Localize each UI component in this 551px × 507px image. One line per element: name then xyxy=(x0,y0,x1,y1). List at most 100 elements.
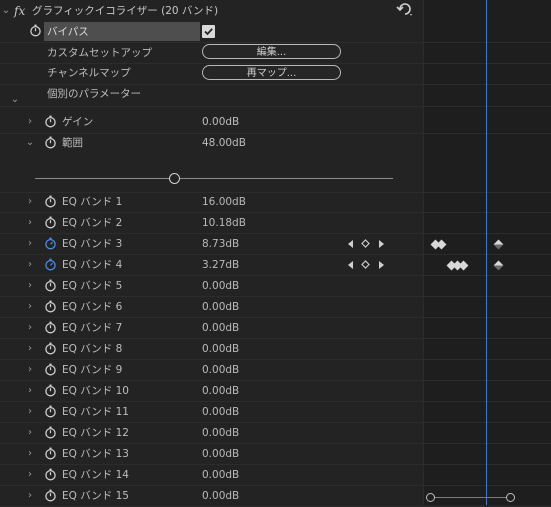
reset-icon[interactable] xyxy=(396,2,414,18)
row-separator xyxy=(0,275,551,276)
band-label: EQ バンド 5 xyxy=(62,280,123,292)
row-separator xyxy=(0,464,551,465)
gain-value[interactable]: 0.00dB xyxy=(202,115,239,129)
playhead-line[interactable] xyxy=(486,0,487,505)
band-expand-chevron-icon[interactable]: › xyxy=(24,427,36,439)
keyframe-navigator[interactable] xyxy=(346,238,386,250)
band-label: EQ バンド 8 xyxy=(62,343,123,355)
channel-map-label: チャンネルマップ xyxy=(47,67,131,79)
band-value[interactable]: 0.00dB xyxy=(202,321,239,335)
row-separator xyxy=(0,296,551,297)
bypass-stopwatch-icon[interactable] xyxy=(29,24,42,37)
range-slider-track[interactable] xyxy=(35,178,393,179)
band-expand-chevron-icon[interactable]: › xyxy=(24,259,36,271)
band-stopwatch-icon[interactable] xyxy=(44,195,57,208)
band-label: EQ バンド 1 xyxy=(62,196,123,208)
add-keyframe-icon[interactable] xyxy=(361,239,370,248)
band-stopwatch-icon[interactable] xyxy=(44,363,57,376)
band-label: EQ バンド 10 xyxy=(62,385,129,397)
zoom-handle-right[interactable] xyxy=(506,493,515,502)
band-value[interactable]: 0.00dB xyxy=(202,489,239,503)
band-expand-chevron-icon[interactable]: › xyxy=(24,385,36,397)
band-expand-chevron-icon[interactable]: › xyxy=(24,490,36,502)
bypass-label: バイパス xyxy=(47,26,89,38)
row-separator xyxy=(0,443,551,444)
collapse-effect-icon[interactable]: ⌄ xyxy=(0,5,12,17)
band-stopwatch-icon[interactable] xyxy=(44,300,57,313)
band-expand-chevron-icon[interactable]: › xyxy=(24,364,36,376)
band-value[interactable]: 0.00dB xyxy=(202,426,239,440)
band-expand-chevron-icon[interactable]: › xyxy=(24,406,36,418)
band-expand-chevron-icon[interactable]: › xyxy=(24,343,36,355)
band-expand-chevron-icon[interactable]: › xyxy=(24,217,36,229)
remap-button[interactable]: 再マップ... xyxy=(202,65,341,80)
row-separator xyxy=(0,401,551,402)
band-expand-chevron-icon[interactable]: › xyxy=(24,196,36,208)
band-value[interactable]: 0.00dB xyxy=(202,384,239,398)
range-slider-thumb[interactable] xyxy=(168,173,180,184)
previous-keyframe-icon[interactable] xyxy=(348,240,353,248)
band-stopwatch-icon[interactable] xyxy=(44,237,57,250)
band-expand-chevron-icon[interactable]: › xyxy=(24,322,36,334)
band-expand-chevron-icon[interactable]: › xyxy=(24,448,36,460)
keyframe-navigator[interactable] xyxy=(346,259,386,271)
timeline-zoom-bar[interactable] xyxy=(430,497,512,498)
zoom-handle-left[interactable] xyxy=(426,493,435,502)
band-label: EQ バンド 9 xyxy=(62,364,123,376)
keyframe-timeline[interactable] xyxy=(423,0,551,505)
band-stopwatch-icon[interactable] xyxy=(44,447,57,460)
band-expand-chevron-icon[interactable]: › xyxy=(24,280,36,292)
band-label: EQ バンド 4 xyxy=(62,259,123,271)
row-separator xyxy=(0,338,551,339)
band-stopwatch-icon[interactable] xyxy=(44,216,57,229)
band-stopwatch-icon[interactable] xyxy=(44,279,57,292)
range-collapse-chevron-icon[interactable]: ⌄ xyxy=(24,137,36,149)
individual-params-chevron-icon[interactable]: ⌄ xyxy=(9,94,21,106)
gain-stopwatch-icon[interactable] xyxy=(44,115,57,128)
row-separator xyxy=(0,233,551,234)
gain-label: ゲイン xyxy=(62,116,94,128)
band-stopwatch-icon[interactable] xyxy=(44,258,57,271)
band-value[interactable]: 16.00dB xyxy=(202,195,246,209)
band-stopwatch-icon[interactable] xyxy=(44,405,57,418)
next-keyframe-icon[interactable] xyxy=(379,261,384,269)
band-value[interactable]: 0.00dB xyxy=(202,363,239,377)
effect-name: グラフィックイコライザー (20 バンド) xyxy=(32,5,219,17)
band-value[interactable]: 10.18dB xyxy=(202,216,246,230)
row-separator xyxy=(0,359,551,360)
range-value[interactable]: 48.00dB xyxy=(202,136,246,150)
row-separator xyxy=(0,422,551,423)
edit-button[interactable]: 編集... xyxy=(202,44,341,59)
band-stopwatch-icon[interactable] xyxy=(44,384,57,397)
band-label: EQ バンド 12 xyxy=(62,427,129,439)
band-stopwatch-icon[interactable] xyxy=(44,426,57,439)
band-stopwatch-icon[interactable] xyxy=(44,489,57,502)
row-separator xyxy=(0,254,551,255)
gain-expand-chevron-icon[interactable]: › xyxy=(24,116,36,128)
band-label: EQ バンド 3 xyxy=(62,238,123,250)
band-expand-chevron-icon[interactable]: › xyxy=(24,238,36,250)
band-stopwatch-icon[interactable] xyxy=(44,468,57,481)
bypass-checkbox[interactable] xyxy=(202,25,215,38)
band-label: EQ バンド 15 xyxy=(62,490,129,502)
band-value[interactable]: 0.00dB xyxy=(202,300,239,314)
band-value[interactable]: 0.00dB xyxy=(202,405,239,419)
band-value[interactable]: 0.00dB xyxy=(202,447,239,461)
previous-keyframe-icon[interactable] xyxy=(348,261,353,269)
next-keyframe-icon[interactable] xyxy=(379,240,384,248)
add-keyframe-icon[interactable] xyxy=(361,260,370,269)
band-value[interactable]: 3.27dB xyxy=(202,258,239,272)
band-expand-chevron-icon[interactable]: › xyxy=(24,301,36,313)
row-separator xyxy=(0,485,551,486)
range-stopwatch-icon[interactable] xyxy=(44,136,57,149)
band-stopwatch-icon[interactable] xyxy=(44,321,57,334)
band-value[interactable]: 0.00dB xyxy=(202,342,239,356)
band-value[interactable]: 8.73dB xyxy=(202,237,239,251)
range-label: 範囲 xyxy=(62,137,83,149)
band-expand-chevron-icon[interactable]: › xyxy=(24,469,36,481)
band-value[interactable]: 0.00dB xyxy=(202,279,239,293)
band-value[interactable]: 0.00dB xyxy=(202,468,239,482)
band-label: EQ バンド 2 xyxy=(62,217,123,229)
fx-toggle-icon[interactable]: fx xyxy=(14,4,25,18)
band-stopwatch-icon[interactable] xyxy=(44,342,57,355)
